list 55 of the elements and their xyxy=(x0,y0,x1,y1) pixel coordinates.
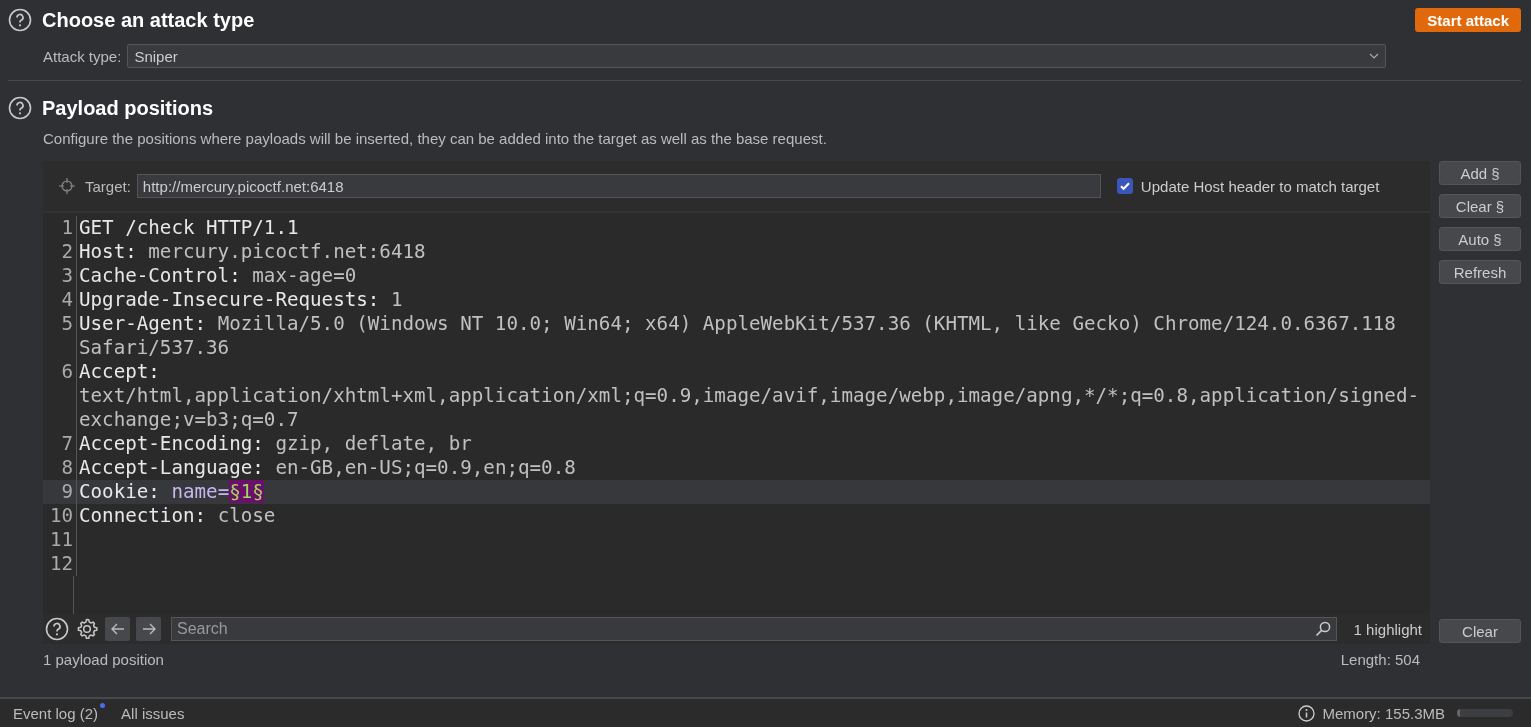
position-button[interactable]: Auto § xyxy=(1439,227,1521,251)
code-text: Connection: close xyxy=(78,504,277,528)
line-number: 12 xyxy=(43,552,77,576)
code-text: User-Agent: Mozilla/5.0 (Windows NT 10.0; Win64; x64) AppleWebKit/537.36 (KHTML, like Gecko) Chrome/124.0.6367.118 Safari/537.36 xyxy=(78,312,1397,360)
request-length: Length: 504 xyxy=(1340,651,1420,668)
payload-count: 1 payload position xyxy=(43,651,164,668)
line-number: 9 xyxy=(43,480,77,504)
help-icon[interactable] xyxy=(8,8,32,32)
code-text: Accept-Encoding: gzip, deflate, br xyxy=(78,432,473,456)
attack-type-dropdown[interactable]: Sniper xyxy=(127,44,1387,68)
line-number: 7 xyxy=(43,432,77,456)
target-label: Target: xyxy=(85,177,131,195)
line-number: 5 xyxy=(43,312,77,360)
checkbox[interactable] xyxy=(1116,178,1133,194)
clear-button[interactable]: Clear xyxy=(1439,619,1521,643)
memory-usage: Memory: 155.3MB xyxy=(1322,704,1445,722)
help-icon[interactable] xyxy=(8,96,32,120)
chevron-down-icon xyxy=(1369,53,1380,59)
highlight-count: 1 highlight xyxy=(1353,620,1422,638)
line-number: 4 xyxy=(43,288,77,312)
settings-icon[interactable] xyxy=(75,617,99,641)
checkbox-label: Update Host header to match target xyxy=(1140,177,1380,195)
code-text: GET /check HTTP/1.1 xyxy=(78,216,300,240)
forward-button[interactable] xyxy=(136,617,161,641)
line-number: 11 xyxy=(43,528,77,552)
position-button[interactable]: Add § xyxy=(1439,161,1521,185)
line-number: 10 xyxy=(43,504,77,528)
help-icon[interactable] xyxy=(45,617,69,641)
attack-type-label: Attack type: xyxy=(43,47,122,65)
line-number: 3 xyxy=(43,264,77,288)
position-button[interactable]: Refresh xyxy=(1439,260,1521,284)
arrow-right-icon xyxy=(141,622,156,636)
crosshair-icon xyxy=(59,178,75,194)
info-icon xyxy=(1298,704,1316,722)
code-text: Host: mercury.picoctf.net:6418 xyxy=(78,240,427,264)
code-text: Upgrade-Insecure-Requests: 1 xyxy=(78,288,404,312)
arrow-left-icon xyxy=(110,622,125,636)
all-issues-tab[interactable]: All issues xyxy=(121,704,185,722)
back-button[interactable] xyxy=(105,617,130,641)
code-text: Accept-Language: en-GB,en-US;q=0.9,en;q=0.8 xyxy=(78,456,577,480)
search-icon xyxy=(1315,621,1331,637)
memory-bar xyxy=(1457,709,1513,717)
line-number: 1 xyxy=(43,216,77,240)
section-title: Choose an attack type xyxy=(42,8,255,32)
section-description: Configure the positions where payloads will be inserted, they can be added into the target as well as the base request. xyxy=(43,130,828,147)
start-attack-button[interactable]: Start attack xyxy=(1415,8,1521,32)
section-title: Payload positions xyxy=(42,96,214,120)
target-field[interactable]: http://mercury.picoctf.net:6418 xyxy=(136,174,1101,198)
position-button[interactable]: Clear § xyxy=(1439,194,1521,218)
line-number: 6 xyxy=(43,360,77,432)
code-text: Cookie: name=§1§ xyxy=(78,480,265,504)
line-number: 2 xyxy=(43,240,77,264)
search-field[interactable]: Search xyxy=(171,617,1337,641)
event-log-tab[interactable]: Event log (2) xyxy=(13,704,99,722)
code-text: Cache-Control: max-age=0 xyxy=(78,264,358,288)
